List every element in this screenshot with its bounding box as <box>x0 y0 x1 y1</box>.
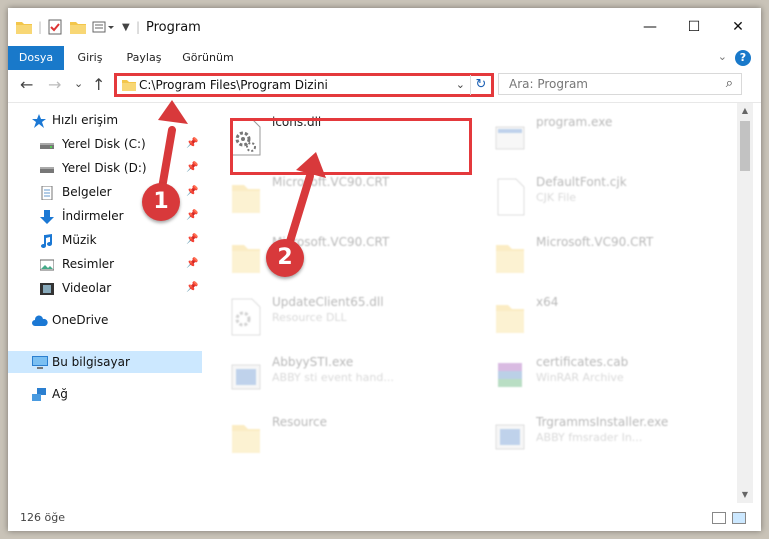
arrow-2 <box>284 172 314 252</box>
annotation-badge-1: 1 <box>142 183 180 221</box>
arrow-1-head <box>158 100 188 124</box>
arrow-1 <box>158 126 176 192</box>
annotation-arrows <box>158 100 326 252</box>
annotation-badge-2: 2 <box>266 239 304 277</box>
